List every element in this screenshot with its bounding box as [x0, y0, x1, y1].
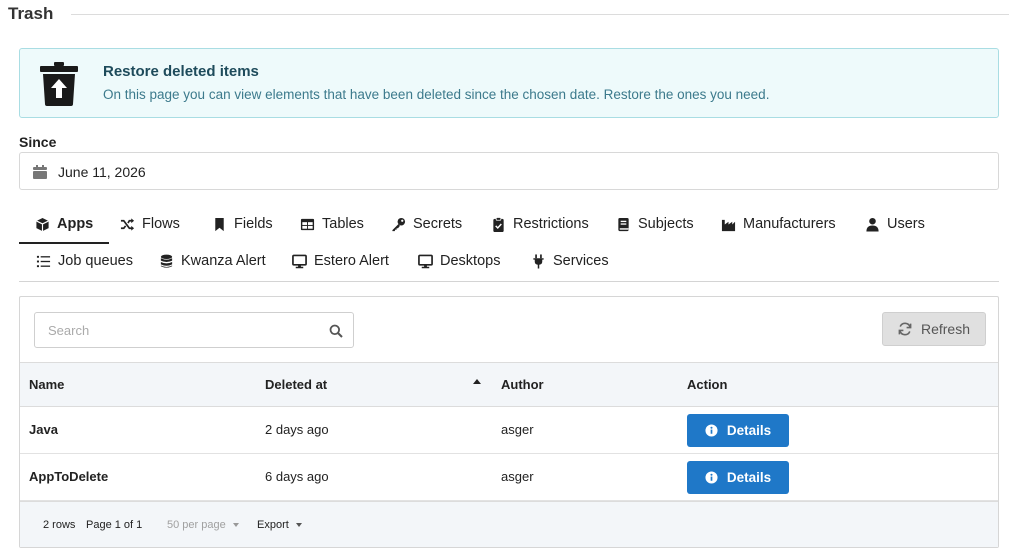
row-deleted-at: 6 days ago — [265, 469, 329, 484]
row-name: AppToDelete — [29, 469, 109, 484]
tab-services[interactable]: Services — [531, 243, 609, 279]
shuffle-icon — [120, 217, 135, 231]
column-header-name[interactable]: Name — [29, 377, 64, 392]
info-icon — [705, 471, 718, 484]
tab-restrictions[interactable]: Restrictions — [491, 206, 589, 242]
tab-desktops[interactable]: Desktops — [418, 243, 500, 279]
bookmark-icon — [215, 217, 224, 231]
clipboard-check-icon — [493, 216, 504, 232]
row-name: Java — [29, 422, 58, 437]
tab-secrets[interactable]: Secrets — [391, 206, 462, 242]
tab-fields[interactable]: Fields — [212, 206, 273, 242]
calendar-icon — [33, 165, 47, 179]
list-icon — [36, 255, 51, 267]
tab-bar: Apps Flows Fields Tables Secrets Restric… — [19, 206, 999, 282]
column-header-author[interactable]: Author — [501, 377, 544, 392]
row-author: asger — [501, 469, 534, 484]
search-input[interactable]: Search — [34, 312, 354, 348]
desktop-icon — [292, 254, 307, 268]
row-author: asger — [501, 422, 534, 437]
trash-restore-icon — [40, 62, 78, 106]
database-icon — [160, 254, 173, 268]
cube-icon — [36, 217, 49, 231]
details-button[interactable]: Details — [687, 414, 789, 447]
book-icon — [618, 217, 629, 231]
table-row: Java 2 days ago asger Details — [20, 407, 998, 454]
tab-tables[interactable]: Tables — [300, 206, 364, 242]
table-footer: 2 rows Page 1 of 1 50 per page Export — [20, 501, 998, 547]
details-button[interactable]: Details — [687, 461, 789, 494]
info-icon — [705, 424, 718, 437]
refresh-button[interactable]: Refresh — [882, 312, 986, 346]
export-dropdown[interactable]: Export — [257, 519, 302, 531]
notice-text: On this page you can view elements that … — [103, 87, 770, 102]
title-divider — [71, 13, 1009, 15]
tab-subjects[interactable]: Subjects — [616, 206, 694, 242]
table-header: Name Deleted at Author Action — [20, 362, 998, 407]
tab-kwanza-alert[interactable]: Kwanza Alert — [159, 243, 266, 279]
trash-panel: Search Refresh Name Deleted at Author Ac… — [19, 296, 999, 548]
since-label: Since — [19, 134, 57, 150]
search-icon — [329, 324, 343, 338]
tab-estero-alert[interactable]: Estero Alert — [292, 243, 389, 279]
per-page-select[interactable]: 50 per page — [167, 519, 239, 531]
column-header-deleted-at[interactable]: Deleted at — [265, 377, 327, 392]
tab-flows[interactable]: Flows — [120, 206, 180, 242]
tab-job-queues[interactable]: Job queues — [36, 243, 133, 279]
chevron-down-icon — [232, 523, 239, 528]
table-row: AppToDelete 6 days ago asger Details — [20, 454, 998, 501]
refresh-icon — [898, 322, 912, 336]
tab-manufacturers[interactable]: Manufacturers — [721, 206, 836, 242]
chevron-down-icon — [295, 523, 302, 528]
column-header-action: Action — [687, 377, 728, 392]
tab-users[interactable]: Users — [865, 206, 925, 242]
factory-icon — [721, 219, 736, 231]
info-notice: Restore deleted items On this page you c… — [19, 48, 999, 118]
desktop-icon — [418, 254, 433, 268]
page-header: Trash — [8, 4, 1009, 24]
row-deleted-at: 2 days ago — [265, 422, 329, 437]
sort-ascending-icon[interactable] — [473, 379, 481, 384]
plug-icon — [533, 253, 544, 269]
since-date-field[interactable]: June 11, 2026 — [19, 152, 999, 190]
user-icon — [866, 217, 879, 232]
search-placeholder: Search — [48, 323, 90, 338]
page-title: Trash — [8, 4, 54, 23]
since-date-value: June 11, 2026 — [58, 164, 146, 180]
row-count: 2 rows — [43, 519, 76, 531]
tab-apps[interactable]: Apps — [19, 206, 110, 244]
key-icon — [392, 217, 406, 231]
table-icon — [300, 218, 315, 230]
notice-title: Restore deleted items — [103, 63, 259, 80]
page-indicator: Page 1 of 1 — [86, 519, 143, 531]
